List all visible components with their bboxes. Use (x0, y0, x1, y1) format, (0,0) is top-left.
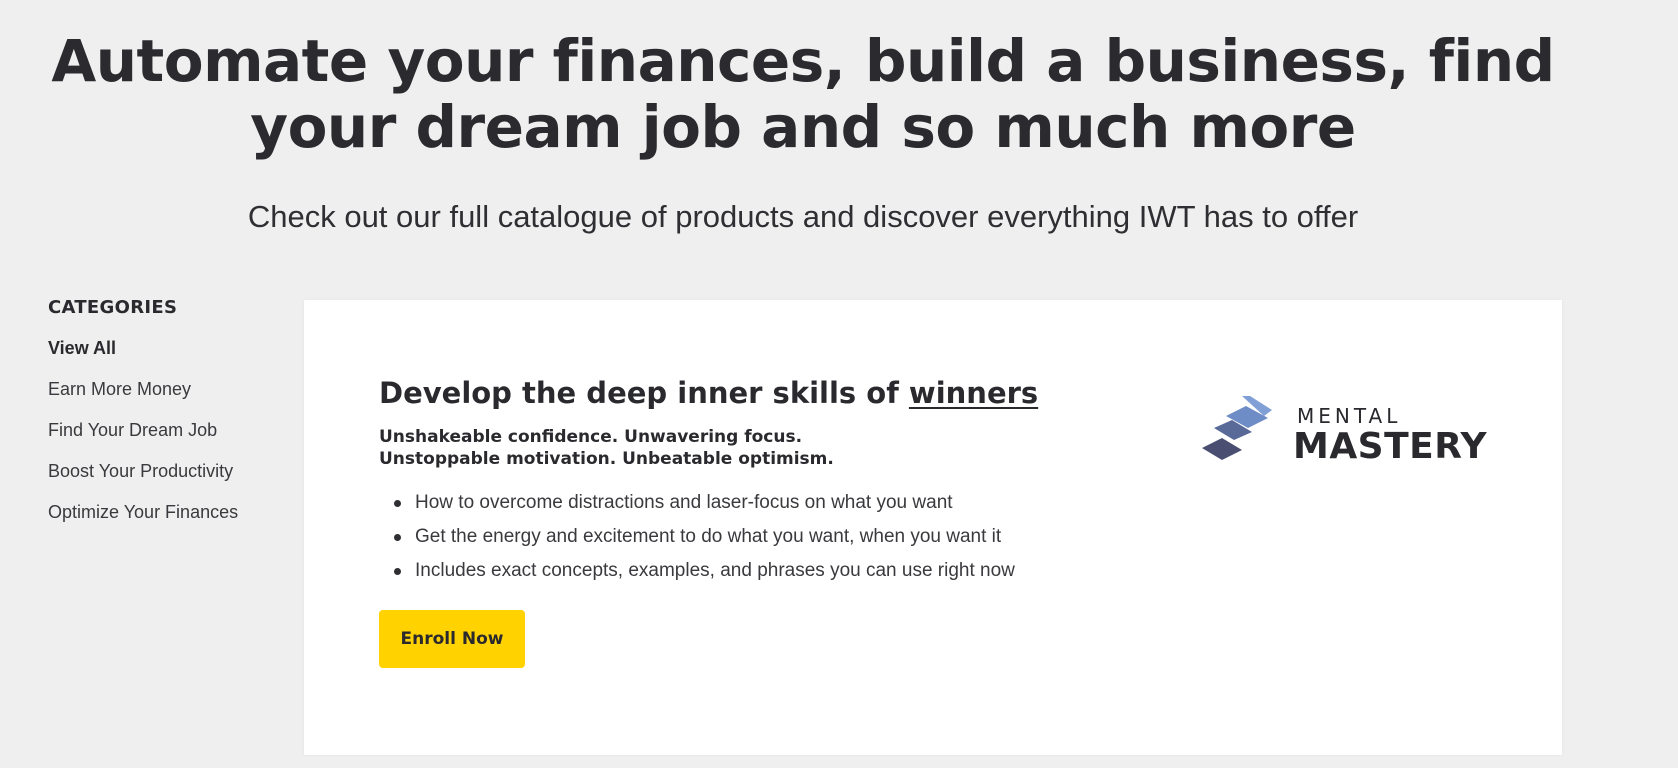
enroll-now-button[interactable]: Enroll Now (379, 610, 525, 668)
category-find-your-dream-job[interactable]: Find Your Dream Job (48, 418, 278, 459)
product-bullet-list: How to overcome distractions and laser-f… (379, 490, 1015, 592)
category-view-all[interactable]: View All (48, 336, 278, 377)
category-boost-your-productivity[interactable]: Boost Your Productivity (48, 459, 278, 500)
product-bullet: Get the energy and excitement to do what… (394, 524, 1015, 558)
category-earn-more-money[interactable]: Earn More Money (48, 377, 278, 418)
product-title-emphasis: winners (908, 376, 1039, 410)
catalogue-page: Automate your finances, build a business… (0, 0, 1678, 768)
product-tagline-line-2: Unstoppable motivation. Unbeatable optim… (379, 449, 834, 469)
mental-mastery-logo: MENTAL MASTERY (1202, 396, 1492, 476)
bullet-dot-icon (394, 500, 401, 507)
product-card: Develop the deep inner skills of winners… (304, 300, 1562, 755)
categories-heading: CATEGORIES (48, 297, 178, 318)
categories-list: View All Earn More Money Find Your Dream… (48, 336, 278, 541)
logo-text-mastery: MASTERY (1293, 426, 1488, 467)
product-bullet-text: Get the energy and excitement to do what… (415, 526, 1002, 547)
bullet-dot-icon (394, 568, 401, 575)
product-bullet-text: How to overcome distractions and laser-f… (415, 492, 953, 513)
product-tagline: Unshakeable confidence. Unwavering focus… (379, 426, 834, 470)
product-bullet-text: Includes exact concepts, examples, and p… (415, 560, 1015, 581)
product-tagline-line-1: Unshakeable confidence. Unwavering focus… (379, 427, 803, 447)
hero-subtitle: Check out our full catalogue of products… (247, 199, 1359, 234)
bullet-dot-icon (394, 534, 401, 541)
product-title-prefix: Develop the deep inner skills of (379, 376, 909, 410)
category-optimize-your-finances[interactable]: Optimize Your Finances (48, 500, 278, 541)
stacked-stripes-logo-icon (1202, 396, 1272, 460)
product-bullet: How to overcome distractions and laser-f… (394, 490, 1015, 524)
logo-text-mental: MENTAL (1297, 404, 1402, 428)
product-bullet: Includes exact concepts, examples, and p… (394, 558, 1015, 592)
hero-title: Automate your finances, build a business… (51, 27, 1555, 161)
categories-sidebar: CATEGORIES View All Earn More Money Find… (48, 296, 278, 541)
product-title: Develop the deep inner skills of winners (379, 374, 1038, 412)
